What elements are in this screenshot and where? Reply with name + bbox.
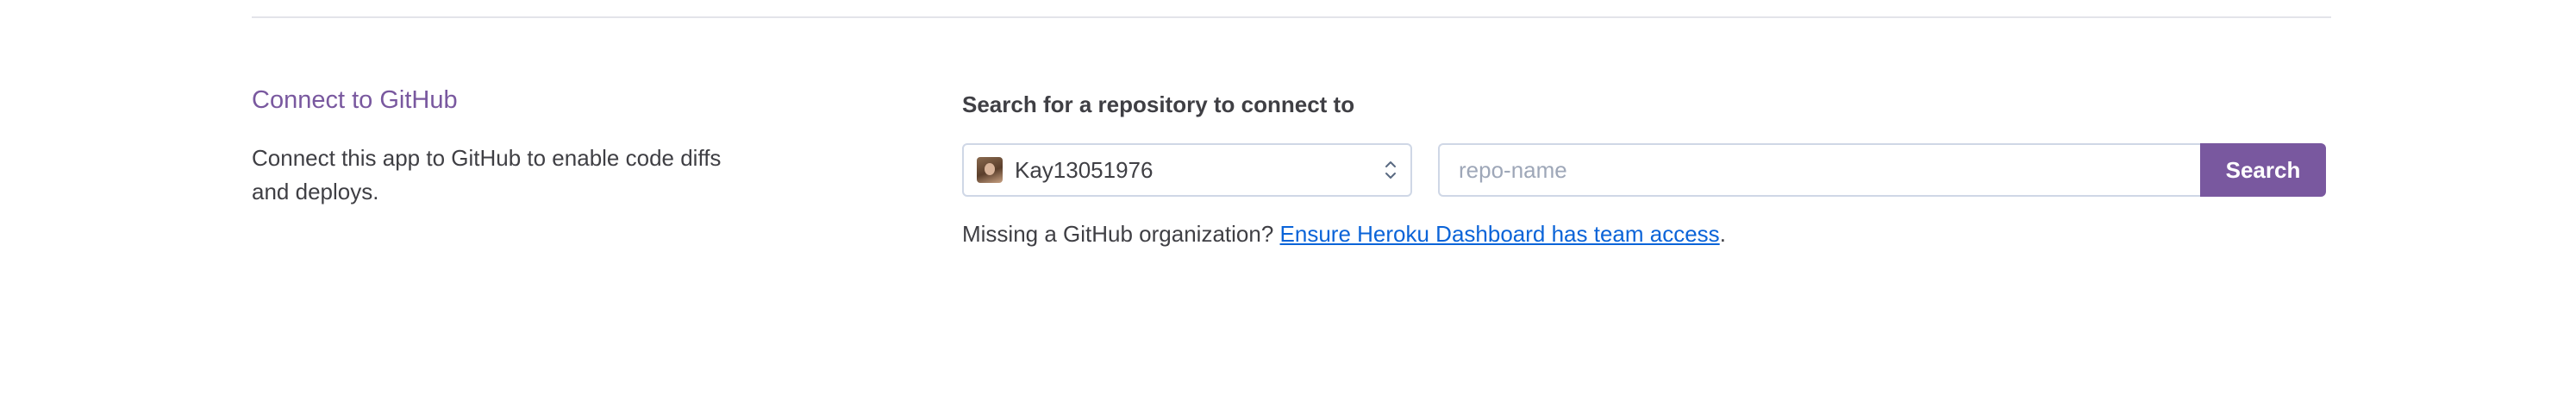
repo-name-input[interactable]: [1438, 143, 2202, 197]
section-description: Connect this app to GitHub to enable cod…: [252, 145, 722, 204]
section-title: Connect to GitHub: [252, 86, 458, 114]
org-select[interactable]: Kay13051976: [962, 143, 1412, 197]
chevron-up-down-icon: [1385, 161, 1396, 179]
org-select-value: Kay13051976: [1015, 156, 1154, 183]
section-divider: [252, 16, 2331, 18]
help-text-lead: Missing a GitHub organization?: [962, 221, 1274, 247]
repo-search-label: Search for a repository to connect to: [962, 91, 1355, 117]
user-avatar: [977, 157, 1003, 183]
help-text-suffix: .: [1719, 221, 1726, 247]
team-access-link[interactable]: Ensure Heroku Dashboard has team access: [1280, 221, 1720, 247]
search-button[interactable]: Search: [2200, 143, 2326, 197]
help-text: Missing a GitHub organization? Ensure He…: [962, 221, 1726, 248]
